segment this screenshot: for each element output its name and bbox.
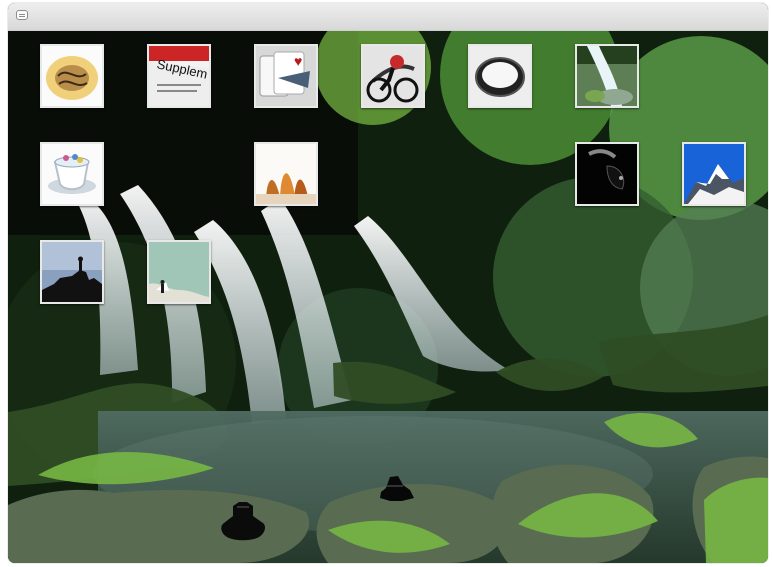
tripod-base-icon	[221, 502, 265, 541]
teacup-thumbnail[interactable]	[40, 142, 104, 206]
autumn-trees-thumbnail[interactable]	[254, 142, 318, 206]
speech-bubble-icon[interactable]	[16, 10, 28, 20]
newspaper-icon: Supplem	[149, 46, 209, 106]
silhouette-icon	[42, 242, 102, 302]
dark-object-icon	[577, 144, 637, 204]
lens-cap-thumbnail[interactable]	[468, 44, 532, 108]
cyclist-thumbnail[interactable]	[361, 44, 425, 108]
waterfall-thumbnail[interactable]	[575, 44, 639, 108]
newspaper-thumbnail[interactable]: Supplem	[147, 44, 211, 108]
pasta-icon	[42, 46, 102, 106]
dark-object-thumbnail[interactable]	[575, 142, 639, 206]
pasta-thumbnail[interactable]	[40, 44, 104, 108]
climber-icon	[149, 242, 209, 302]
playing-cards-icon: ♥	[256, 46, 316, 106]
tripod-top-icon	[380, 476, 414, 501]
desktop-window: Supplem ♥	[8, 3, 768, 563]
window-title	[8, 3, 9, 4]
playing-cards-thumbnail[interactable]: ♥	[254, 44, 318, 108]
window-titlebar	[8, 3, 768, 31]
lens-cap-icon	[470, 46, 530, 106]
teacup-icon	[42, 144, 102, 204]
snowy-mountain-thumbnail[interactable]	[682, 142, 746, 206]
climber-thumbnail[interactable]	[147, 240, 211, 304]
waterfall-icon	[577, 46, 637, 106]
cyclist-icon	[363, 46, 423, 106]
silhouette-thumbnail[interactable]	[40, 240, 104, 304]
desktop-area: Supplem ♥	[8, 30, 768, 563]
autumn-trees-icon	[256, 144, 316, 204]
svg-text:♥: ♥	[294, 53, 302, 69]
snowy-mountain-icon	[684, 144, 744, 204]
